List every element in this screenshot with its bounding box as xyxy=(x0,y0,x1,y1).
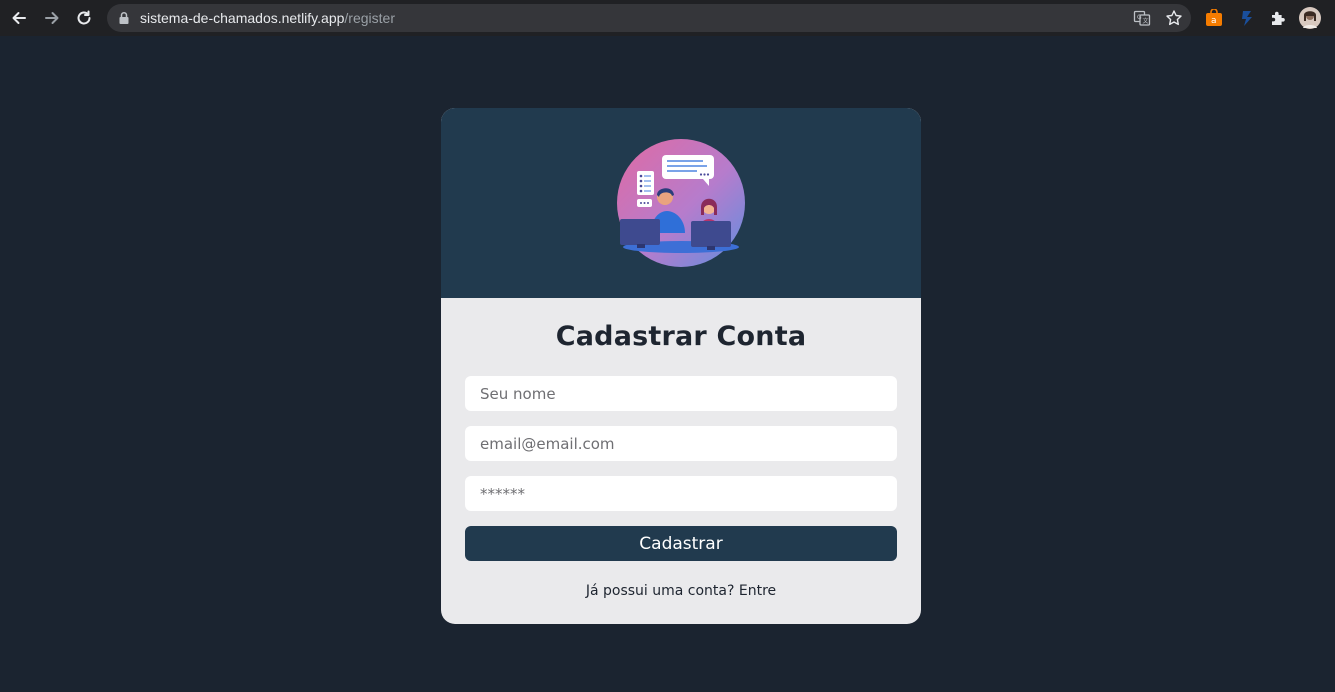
email-field[interactable] xyxy=(465,426,897,461)
url-text: sistema-de-chamados.netlify.app/register xyxy=(140,10,395,26)
url-path: /register xyxy=(344,10,395,26)
svg-text:G: G xyxy=(1137,14,1142,21)
reload-button[interactable] xyxy=(68,2,100,34)
star-icon[interactable] xyxy=(1165,9,1183,27)
back-arrow-icon xyxy=(12,12,26,24)
svg-text:文: 文 xyxy=(1143,17,1149,25)
shopping-bag-icon[interactable]: a xyxy=(1205,9,1223,27)
forward-arrow-icon xyxy=(45,12,59,24)
browser-toolbar: sistema-de-chamados.netlify.app/register… xyxy=(0,0,1335,36)
register-card: Cadastrar Conta Cadastrar Já possui uma … xyxy=(441,108,921,624)
avatar[interactable] xyxy=(1299,7,1321,29)
extension-icon[interactable] xyxy=(1238,9,1256,27)
address-bar[interactable]: sistema-de-chamados.netlify.app/register… xyxy=(107,4,1191,32)
translate-icon[interactable]: G文 xyxy=(1133,9,1151,27)
lock-icon xyxy=(119,11,129,24)
back-button[interactable] xyxy=(3,2,35,34)
svg-text:a: a xyxy=(1211,16,1217,26)
puzzle-icon[interactable] xyxy=(1269,9,1287,27)
card-header xyxy=(441,108,921,298)
reload-icon xyxy=(77,10,91,25)
login-link[interactable]: Já possui uma conta? Entre xyxy=(441,583,921,599)
name-field[interactable] xyxy=(465,376,897,411)
page-title: Cadastrar Conta xyxy=(555,321,807,352)
forward-button[interactable] xyxy=(36,2,68,34)
url-host: sistema-de-chamados.netlify.app xyxy=(140,10,345,26)
password-field[interactable] xyxy=(465,476,897,511)
support-team-illustration xyxy=(617,139,745,267)
register-button[interactable]: Cadastrar xyxy=(465,526,897,561)
